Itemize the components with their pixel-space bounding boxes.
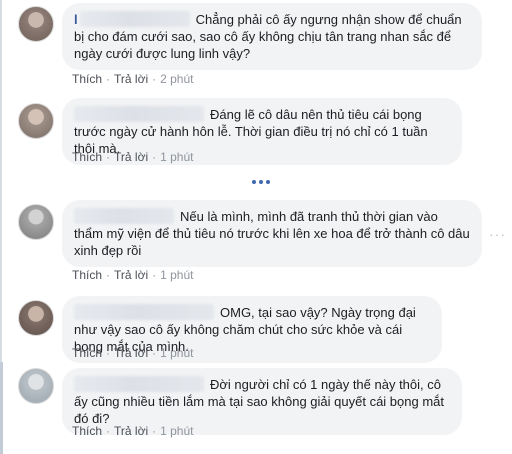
avatar[interactable] xyxy=(18,204,54,240)
ellipsis-icon[interactable]: ··· xyxy=(489,226,506,242)
comment-actions: Thích · Trả lời · 1 phút xyxy=(72,346,193,360)
comment-actions: Thích · Trả lời · 2 phút xyxy=(72,72,193,86)
name-redaction xyxy=(79,11,190,27)
reply-link[interactable]: Trả lời xyxy=(114,424,148,438)
separator: · xyxy=(106,346,111,360)
avatar[interactable] xyxy=(18,103,54,139)
separator: · xyxy=(106,424,111,438)
comment-bubble: Nếu là mình, mình đã tranh thủ thời gian… xyxy=(62,200,482,267)
comment-actions: Thích · Trả lời · 1 phút xyxy=(72,424,193,438)
separator: · xyxy=(152,424,157,438)
reply-link[interactable]: Trả lời xyxy=(114,346,148,360)
separator: · xyxy=(152,150,157,164)
name-redaction xyxy=(74,376,204,392)
like-link[interactable]: Thích xyxy=(72,346,102,360)
like-link[interactable]: Thích xyxy=(72,424,102,438)
avatar[interactable] xyxy=(18,6,54,42)
comment-bubble: l Chẳng phải cô ấy ngưng nhận show để chu… xyxy=(62,3,482,70)
name-redaction xyxy=(74,106,204,122)
commenter-name[interactable]: l xyxy=(74,12,78,27)
like-link[interactable]: Thích xyxy=(72,72,102,86)
comment-actions: Thích · Trả lời · 1 phút xyxy=(72,150,193,164)
reply-link[interactable]: Trả lời xyxy=(114,268,148,282)
timestamp[interactable]: 2 phút xyxy=(160,72,193,86)
timestamp[interactable]: 1 phút xyxy=(160,346,193,360)
separator: · xyxy=(152,346,157,360)
reply-link[interactable]: Trả lời xyxy=(114,72,148,86)
separator: · xyxy=(106,268,111,282)
avatar[interactable] xyxy=(18,300,54,336)
like-link[interactable]: Thích xyxy=(72,150,102,164)
more-dots-icon[interactable] xyxy=(252,180,270,184)
timestamp[interactable]: 1 phút xyxy=(160,150,193,164)
timestamp[interactable]: 1 phút xyxy=(160,424,193,438)
separator: · xyxy=(152,72,157,86)
reply-link[interactable]: Trả lời xyxy=(114,150,148,164)
like-link[interactable]: Thích xyxy=(72,268,102,282)
name-redaction xyxy=(74,304,214,320)
separator: · xyxy=(152,268,157,282)
name-redaction xyxy=(74,208,174,224)
separator: · xyxy=(106,72,111,86)
avatar[interactable] xyxy=(18,368,54,404)
thread-line-highlight xyxy=(0,362,3,454)
timestamp[interactable]: 1 phút xyxy=(160,268,193,282)
separator: · xyxy=(106,150,111,164)
comment-actions: Thích · Trả lời · 1 phút xyxy=(72,268,193,282)
